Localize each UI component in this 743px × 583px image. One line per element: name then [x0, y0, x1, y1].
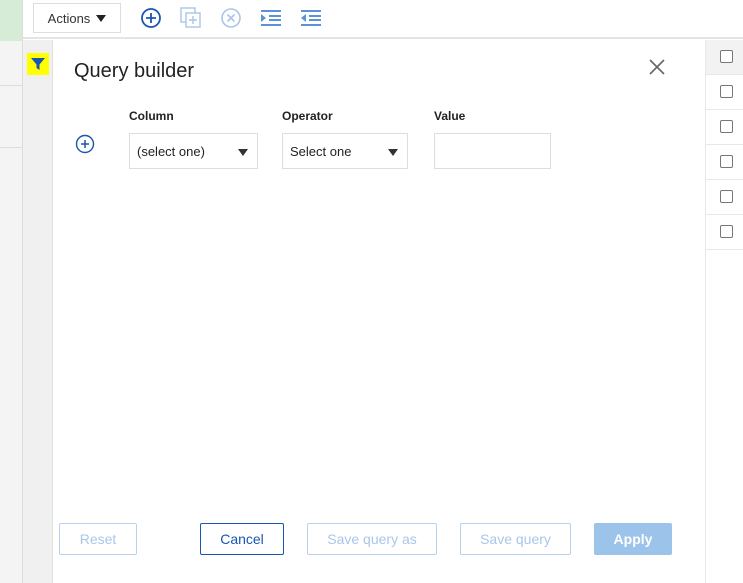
toolbar: Actions: [23, 0, 743, 39]
value-label: Value: [434, 109, 466, 123]
duplicate-icon[interactable]: [179, 6, 203, 30]
reset-button[interactable]: Reset: [59, 523, 137, 555]
row-checkbox[interactable]: [720, 155, 733, 168]
page-title: Query builder: [74, 60, 195, 82]
column-label: Column: [129, 109, 174, 123]
operator-select[interactable]: Select one: [282, 133, 408, 169]
caret-down-icon: [388, 149, 398, 156]
operator-label: Operator: [282, 109, 333, 123]
apply-button[interactable]: Apply: [594, 523, 672, 555]
remove-icon[interactable]: [219, 6, 243, 30]
filter-button[interactable]: [27, 53, 49, 75]
row-checkbox[interactable]: [720, 120, 733, 133]
table-row: [706, 145, 743, 180]
table-row: [706, 180, 743, 215]
divider: [0, 147, 22, 148]
selected-row-highlight: [0, 0, 22, 41]
row-checkbox[interactable]: [720, 85, 733, 98]
add-condition-icon[interactable]: [75, 134, 95, 154]
outdent-icon[interactable]: [299, 6, 323, 30]
caret-down-icon: [96, 14, 107, 22]
filter-gutter: [23, 40, 53, 583]
value-input[interactable]: [434, 133, 551, 169]
column-select[interactable]: (select one): [129, 133, 258, 169]
column-select-value: (select one): [137, 143, 205, 159]
table-row: [706, 215, 743, 250]
actions-label: Actions: [47, 10, 91, 26]
header-row: [706, 40, 743, 75]
actions-dropdown[interactable]: Actions: [33, 3, 121, 33]
caret-down-icon: [238, 149, 248, 156]
query-builder-panel: Query builder Column Operator Value (sel…: [54, 40, 705, 583]
cancel-button[interactable]: Cancel: [200, 523, 284, 555]
operator-select-value: Select one: [290, 143, 352, 159]
selection-column: [705, 40, 743, 583]
close-icon[interactable]: [648, 58, 666, 76]
divider: [0, 85, 22, 86]
select-all-checkbox[interactable]: [720, 50, 733, 63]
save-query-button[interactable]: Save query: [460, 523, 571, 555]
add-icon[interactable]: [139, 6, 163, 30]
indent-icon[interactable]: [259, 6, 283, 30]
left-pane: [0, 0, 23, 583]
row-checkbox[interactable]: [720, 190, 733, 203]
save-query-as-button[interactable]: Save query as: [307, 523, 437, 555]
table-row: [706, 110, 743, 145]
filter-icon: [31, 58, 45, 70]
row-checkbox[interactable]: [720, 225, 733, 238]
table-row: [706, 75, 743, 110]
